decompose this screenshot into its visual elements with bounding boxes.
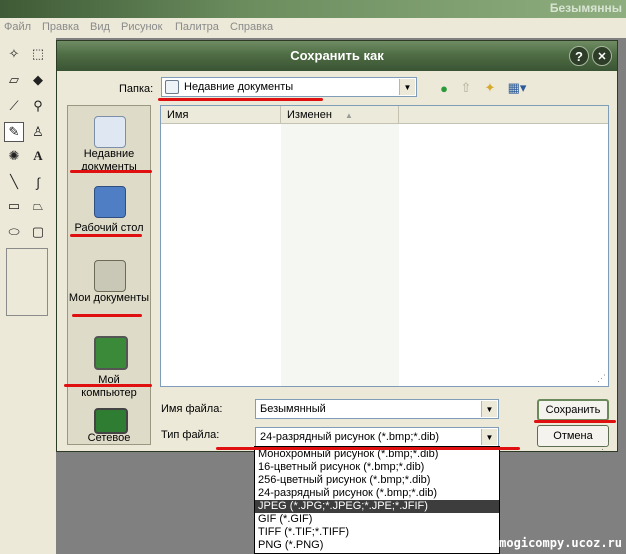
airbrush-icon[interactable]: ✺	[4, 146, 24, 166]
place-network[interactable]: Сетевое	[68, 406, 150, 444]
magnifier-icon[interactable]: ⚲	[28, 96, 48, 116]
filetype-option[interactable]: 16-цветный рисунок (*.bmp;*.dib)	[255, 461, 499, 474]
sort-ascending-icon: ▲	[344, 111, 353, 120]
up-folder-icon[interactable]: ⇧	[457, 79, 475, 97]
paint-titlebar: Безымянны	[0, 0, 626, 18]
file-list[interactable]: Имя Изменен ▲ ⋰	[160, 105, 609, 387]
ellipse-icon[interactable]: ⬭	[4, 222, 24, 242]
back-icon[interactable]: ●	[435, 79, 453, 97]
chevron-down-icon[interactable]: ▼	[481, 429, 497, 445]
place-label: компьютер	[81, 387, 137, 399]
menu-bar: Файл Правка Вид Рисунок Палитра Справка	[0, 18, 626, 39]
column-header-modified[interactable]: Изменен ▲	[281, 106, 399, 124]
filetype-label: Тип файла:	[161, 429, 220, 441]
close-button[interactable]: ✕	[592, 46, 612, 66]
my-computer-icon	[94, 336, 128, 370]
column-header-name[interactable]: Имя	[161, 106, 281, 124]
annotation-underline	[534, 420, 616, 423]
recent-documents-icon	[94, 116, 126, 148]
menu-help[interactable]: Справка	[230, 21, 273, 33]
line-icon[interactable]: ╲	[4, 172, 24, 192]
filename-input[interactable]: Безымянный ▼	[255, 399, 499, 419]
annotation-underline	[64, 384, 152, 387]
filename-value: Безымянный	[260, 403, 326, 415]
filetype-option[interactable]: 24-разрядный рисунок (*.bmp;*.dib)	[255, 487, 499, 500]
curve-icon[interactable]: ∫	[28, 172, 48, 192]
annotation-underline	[216, 447, 520, 450]
menu-file[interactable]: Файл	[4, 21, 31, 33]
pencil-icon[interactable]: ✎	[4, 122, 24, 142]
annotation-underline	[72, 314, 142, 317]
help-button[interactable]: ?	[569, 46, 589, 66]
annotation-underline	[158, 98, 323, 101]
rect-select-icon[interactable]: ⬚	[28, 44, 48, 64]
place-my-computer[interactable]: Мой компьютер	[68, 334, 150, 402]
free-select-icon[interactable]: ✧	[4, 44, 24, 64]
rounded-rect-icon[interactable]: ▢	[28, 222, 48, 242]
place-recent[interactable]: Недавние документы	[68, 112, 150, 178]
dialog-title: Сохранить как	[290, 48, 384, 63]
resize-grip-icon[interactable]: ⋰	[597, 373, 606, 384]
chevron-down-icon[interactable]: ▼	[399, 79, 415, 95]
place-label: Сетевое	[87, 432, 131, 444]
filetype-option[interactable]: 256-цветный рисунок (*.bmp;*.dib)	[255, 474, 499, 487]
filetype-option[interactable]: GIF (*.GIF)	[255, 513, 499, 526]
save-as-dialog: Сохранить как ? ✕ Папка: Недавние докуме…	[56, 40, 618, 452]
menu-colors[interactable]: Палитра	[175, 21, 219, 33]
my-documents-icon	[94, 260, 126, 292]
desktop-icon	[94, 186, 126, 218]
sorted-column-background	[281, 124, 399, 386]
text-icon[interactable]: A	[28, 146, 48, 166]
fill-icon[interactable]: ◆	[28, 70, 48, 90]
color-picker-icon[interactable]: ⟋	[4, 96, 24, 116]
place-label: Недавние	[83, 148, 135, 160]
filetype-dropdown-list: Монохромный рисунок (*.bmp;*.dib) 16-цве…	[254, 446, 500, 554]
folder-select-value: Недавние документы	[184, 81, 294, 93]
place-label: Мои документы	[68, 292, 150, 304]
save-button[interactable]: Сохранить	[537, 399, 609, 421]
view-menu-icon[interactable]: ▦▾	[505, 79, 529, 97]
menu-edit[interactable]: Правка	[42, 21, 79, 33]
menu-view[interactable]: Вид	[90, 21, 110, 33]
filetype-select[interactable]: 24-разрядный рисунок (*.bmp;*.dib) ▼	[255, 427, 499, 447]
folder-label: Папка:	[119, 83, 154, 95]
folder-select[interactable]: Недавние документы ▼	[161, 77, 417, 97]
polygon-icon[interactable]: ⏢	[28, 196, 48, 216]
filetype-value: 24-разрядный рисунок (*.bmp;*.dib)	[260, 431, 440, 443]
column-header-modified-label: Изменен	[287, 109, 332, 121]
annotation-underline	[70, 170, 152, 173]
menu-image[interactable]: Рисунок	[121, 21, 163, 33]
places-bar: Недавние документы Рабочий стол Мои доку…	[67, 105, 151, 445]
filetype-option-selected[interactable]: JPEG (*.JPG;*.JPEG;*.JPE;*.JFIF)	[255, 500, 499, 513]
new-folder-icon[interactable]: ✦	[481, 79, 499, 97]
filename-label: Имя файла:	[161, 403, 223, 415]
brush-icon[interactable]: ♙	[28, 122, 48, 142]
filetype-option[interactable]: TIFF (*.TIF;*.TIFF)	[255, 526, 499, 539]
column-header-empty	[399, 106, 608, 124]
rectangle-icon[interactable]: ▭	[4, 196, 24, 216]
tool-options-panel[interactable]	[6, 248, 48, 316]
recent-folder-icon	[165, 80, 179, 94]
chevron-down-icon[interactable]: ▼	[481, 401, 497, 417]
cancel-button[interactable]: Отмена	[537, 425, 609, 447]
eraser-icon[interactable]: ▱	[4, 70, 24, 90]
dialog-titlebar[interactable]: Сохранить как ? ✕	[57, 41, 617, 71]
annotation-underline	[70, 234, 142, 237]
network-icon	[94, 408, 128, 434]
dialog-resize-grip-icon[interactable]: ⋰	[601, 441, 610, 452]
filetype-option[interactable]: PNG (*.PNG)	[255, 539, 499, 552]
paint-window-title: Безымянны	[549, 1, 622, 15]
watermark: pomogicompy.ucoz.ru	[484, 536, 622, 550]
